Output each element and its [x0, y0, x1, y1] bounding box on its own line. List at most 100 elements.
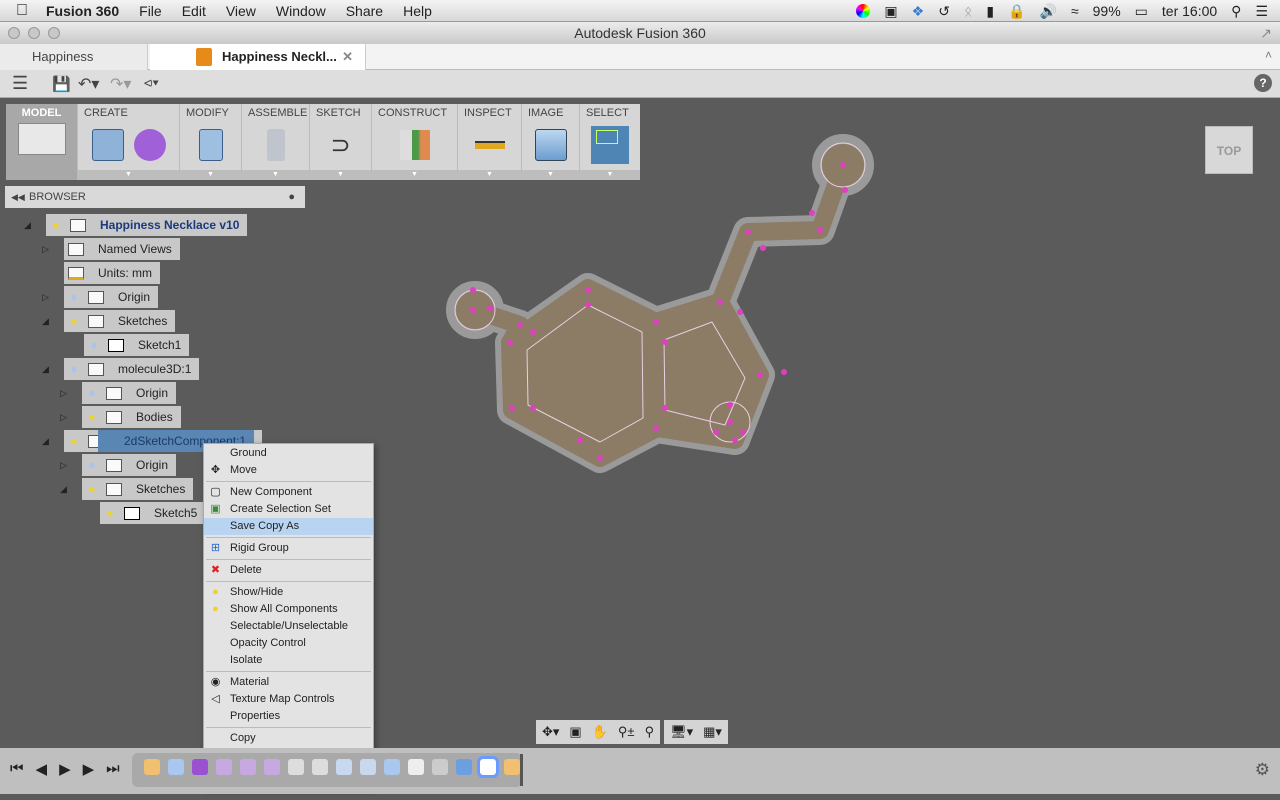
look-at-icon[interactable]: ▣: [569, 724, 581, 740]
menu-item-move[interactable]: ✥ Move: [204, 462, 373, 479]
sketch-point[interactable]: [840, 162, 846, 168]
collapse-arrow-icon[interactable]: ◢: [24, 220, 31, 231]
menu-item-save-copy-as[interactable]: Save Copy As: [204, 518, 373, 535]
visibility-bulb-icon[interactable]: ●: [88, 338, 100, 352]
sketch-point[interactable]: [530, 405, 536, 411]
sketch-point[interactable]: [760, 245, 766, 251]
visibility-bulb-icon[interactable]: ●: [86, 386, 98, 400]
menu-item-properties[interactable]: Properties: [204, 708, 373, 725]
expand-arrow-icon[interactable]: ▷: [42, 244, 49, 255]
timeline-track[interactable]: [132, 753, 522, 787]
expand-arrow-icon[interactable]: ▷: [42, 292, 49, 303]
sketch-point[interactable]: [662, 339, 668, 345]
menu-item-ground[interactable]: Ground: [204, 445, 373, 462]
sketch-point[interactable]: [597, 455, 603, 461]
timeline-feature[interactable]: [168, 759, 184, 775]
menu-item-material[interactable]: ◉ Material: [204, 674, 373, 691]
collapse-arrow-icon[interactable]: ◢: [42, 364, 49, 375]
visibility-bulb-icon[interactable]: ●: [68, 290, 80, 304]
timeline-feature[interactable]: [408, 759, 424, 775]
sketch-point[interactable]: [585, 302, 591, 308]
collapse-arrow-icon[interactable]: ◢: [42, 316, 49, 327]
sketch-point[interactable]: [817, 227, 823, 233]
sketch-point[interactable]: [585, 287, 591, 293]
canvas-viewport[interactable]: [0, 0, 1280, 800]
sketch-point[interactable]: [757, 372, 763, 378]
sketch-point[interactable]: [740, 429, 746, 435]
browser-node[interactable]: ● Origin: [64, 286, 159, 308]
visibility-bulb-icon[interactable]: ●: [68, 314, 80, 328]
orbit-icon[interactable]: ✥▾: [542, 724, 559, 740]
browser-node[interactable]: ● Bodies: [82, 406, 181, 428]
timeline-feature[interactable]: [432, 759, 448, 775]
browser-node[interactable]: ● Origin: [82, 454, 177, 476]
zoom-icon[interactable]: ⚲±: [618, 724, 635, 740]
timeline-feature[interactable]: [384, 759, 400, 775]
sketch-point[interactable]: [653, 425, 659, 431]
sketch-point[interactable]: [577, 437, 583, 443]
visibility-bulb-icon[interactable]: ●: [68, 434, 80, 448]
browser-node[interactable]: ● Sketches: [64, 310, 176, 332]
sketch-point[interactable]: [727, 402, 733, 408]
go-to-start-icon[interactable]: ⏮: [10, 760, 24, 778]
expand-arrow-icon[interactable]: ▷: [60, 460, 67, 471]
sketch-point[interactable]: [662, 405, 668, 411]
sketch-point[interactable]: [727, 419, 733, 425]
timeline-feature[interactable]: [477, 756, 499, 778]
timeline-feature[interactable]: [504, 759, 520, 775]
sketch-point[interactable]: [530, 329, 536, 335]
visibility-bulb-icon[interactable]: ●: [86, 458, 98, 472]
browser-node[interactable]: ● Origin: [82, 382, 177, 404]
browser-node[interactable]: Named Views: [64, 238, 180, 260]
play-icon[interactable]: ▶: [83, 760, 95, 778]
expand-arrow-icon[interactable]: ▷: [60, 412, 67, 423]
browser-node[interactable]: ● Sketches: [82, 478, 194, 500]
browser-node[interactable]: Units: mm: [64, 262, 160, 284]
grid-settings-icon[interactable]: ▦▾: [703, 724, 722, 740]
visibility-bulb-icon[interactable]: ●: [86, 482, 98, 496]
sketch-point[interactable]: [717, 299, 723, 305]
timeline-marker[interactable]: [520, 754, 523, 786]
sketch-point[interactable]: [842, 187, 848, 193]
menu-item-show-all-components[interactable]: ● Show All Components: [204, 601, 373, 618]
menu-item-texture-map-controls[interactable]: ◁ Texture Map Controls: [204, 691, 373, 708]
visibility-bulb-icon[interactable]: ●: [50, 218, 62, 232]
visibility-bulb-icon[interactable]: ●: [68, 362, 80, 376]
visibility-bulb-icon[interactable]: ●: [104, 506, 116, 520]
molecule-sketch-body[interactable]: [446, 134, 874, 473]
step-back-icon[interactable]: ◀: [36, 760, 48, 778]
display-settings-icon[interactable]: 🖥▾: [670, 724, 693, 740]
sketch-point[interactable]: [737, 309, 743, 315]
sketch-point[interactable]: [732, 437, 738, 443]
menu-item-opacity-control[interactable]: Opacity Control: [204, 635, 373, 652]
menu-item-show-hide[interactable]: ● Show/Hide: [204, 584, 373, 601]
sketch-point[interactable]: [781, 369, 787, 375]
timeline-feature[interactable]: [288, 759, 304, 775]
go-to-end-icon[interactable]: ⏭: [106, 760, 120, 778]
sketch-point[interactable]: [517, 322, 523, 328]
sketch-point[interactable]: [745, 229, 751, 235]
step-forward-icon[interactable]: ▶: [59, 760, 71, 778]
timeline-feature[interactable]: [264, 759, 280, 775]
pan-hand-icon[interactable]: ✋: [592, 724, 608, 740]
visibility-bulb-icon[interactable]: ●: [86, 410, 98, 424]
collapse-browser-icon[interactable]: ◀◀: [11, 186, 25, 208]
sketch-point[interactable]: [487, 305, 493, 311]
expand-arrow-icon[interactable]: ▷: [60, 388, 67, 399]
timeline-feature[interactable]: [312, 759, 328, 775]
timeline-settings-gear-icon[interactable]: ⚙: [1255, 760, 1270, 780]
sketch-point[interactable]: [507, 340, 513, 346]
menu-item-rigid-group[interactable]: ⊞ Rigid Group: [204, 540, 373, 557]
browser-pin-icon[interactable]: ●: [288, 186, 295, 208]
collapse-arrow-icon[interactable]: ◢: [60, 484, 67, 495]
timeline-feature[interactable]: [192, 759, 208, 775]
timeline-feature[interactable]: [216, 759, 232, 775]
menu-item-delete[interactable]: ✖ Delete: [204, 562, 373, 579]
sketch-point[interactable]: [509, 405, 515, 411]
menu-item-copy[interactable]: Copy: [204, 730, 373, 747]
menu-item-isolate[interactable]: Isolate: [204, 652, 373, 669]
fit-icon[interactable]: ⚲: [645, 724, 655, 740]
timeline-feature[interactable]: [360, 759, 376, 775]
timeline-feature[interactable]: [144, 759, 160, 775]
timeline-feature[interactable]: [456, 759, 472, 775]
